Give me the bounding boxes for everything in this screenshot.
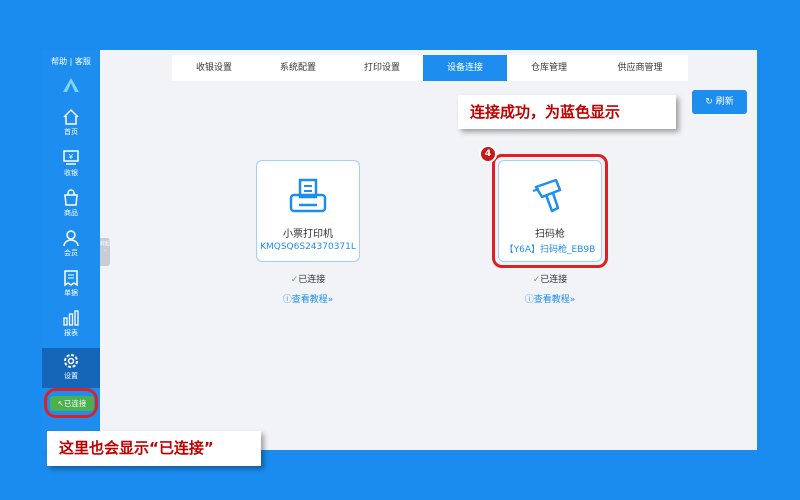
sidebar: 帮助 | 客服 首页 ¥ 收银 商品 会员 单据 报表 设置 ↖已连接 (42, 50, 100, 450)
scanner-connection-status: ✓已连接 (498, 272, 602, 285)
device-id: KMQSQ6S24370371L (260, 242, 356, 252)
sidebar-item-label: 收银 (64, 169, 78, 177)
tab-print-settings[interactable]: 打印设置 (340, 55, 424, 81)
sidebar-item-label: 会员 (64, 249, 78, 257)
printer-connection-status: ✓已连接 (256, 272, 360, 285)
svg-text:¥: ¥ (69, 153, 74, 161)
tutorial-text: 查看教程 (291, 295, 328, 305)
sidebar-item-home[interactable]: 首页 (42, 108, 100, 148)
sidebar-item-label: 报表 (64, 329, 78, 337)
sidebar-item-reports[interactable]: 报表 (42, 309, 100, 349)
printer-device-card[interactable]: 小票打印机 KMQSQ6S24370371L (256, 160, 360, 262)
collapse-label: 收起 (100, 241, 111, 247)
printer-icon (289, 178, 327, 213)
sidebar-item-members[interactable]: 会员 (42, 229, 100, 269)
sidebar-item-label: 设置 (64, 372, 78, 380)
step-number-badge: 4 (479, 145, 497, 163)
tab-supplier[interactable]: 供应商管理 (592, 55, 688, 81)
tab-system-config[interactable]: 系统配置 (256, 55, 340, 81)
cashier-icon: ¥ (63, 150, 79, 165)
sidebar-item-settings[interactable]: 设置 (42, 348, 100, 388)
receipt-icon (64, 270, 78, 287)
sidebar-item-products[interactable]: 商品 (42, 189, 100, 229)
logo-icon (63, 78, 79, 92)
refresh-label: 刷新 (715, 97, 734, 107)
chevron-left-icon: ‹ (104, 248, 106, 254)
sidebar-item-label: 商品 (64, 209, 78, 217)
status-text: 已连接 (298, 275, 326, 285)
sidebar-item-label: 单据 (64, 289, 78, 297)
chart-icon (63, 310, 79, 326)
bottom-annotation-callout: 这里也会显示“已连接” (47, 431, 261, 466)
help-circle-icon: ⓘ (282, 295, 292, 305)
sidebar-item-label: 首页 (64, 128, 78, 136)
gear-icon (64, 354, 78, 368)
user-icon (63, 230, 79, 247)
status-text: 已连接 (540, 275, 568, 285)
home-icon (63, 108, 79, 125)
tab-warehouse[interactable]: 仓库管理 (507, 55, 591, 81)
double-chevron-right-icon: » (327, 295, 334, 305)
sidebar-item-documents[interactable]: 单据 (42, 269, 100, 309)
status-label: 已连接 (63, 399, 87, 408)
sidebar-collapse-handle[interactable]: 收起 ‹ (100, 238, 110, 266)
tab-device-connection[interactable]: 设备连接 (423, 55, 507, 81)
top-annotation-callout: 连接成功，为蓝色显示 (458, 95, 676, 129)
settings-tabbar: 收银设置 系统配置 打印设置 设备连接 仓库管理 供应商管理 (172, 55, 688, 81)
scanner-tutorial-link[interactable]: ⓘ查看教程» (498, 292, 602, 305)
printer-tutorial-link[interactable]: ⓘ查看教程» (256, 292, 360, 305)
refresh-icon: ↻ (705, 97, 713, 107)
connection-status-badge: ↖已连接 (50, 396, 94, 411)
refresh-button[interactable]: ↻ 刷新 (692, 90, 747, 114)
tab-cashier-settings[interactable]: 收银设置 (172, 55, 256, 81)
scanner-highlight-ring (492, 154, 608, 268)
bag-icon (64, 189, 78, 206)
device-name: 小票打印机 (283, 229, 333, 240)
sidebar-item-cashier[interactable]: ¥ 收银 (42, 149, 100, 189)
help-support-link[interactable]: 帮助 | 客服 (42, 56, 100, 67)
help-circle-icon: ⓘ (524, 295, 534, 305)
double-chevron-right-icon: » (569, 295, 576, 305)
tutorial-text: 查看教程 (533, 295, 570, 305)
